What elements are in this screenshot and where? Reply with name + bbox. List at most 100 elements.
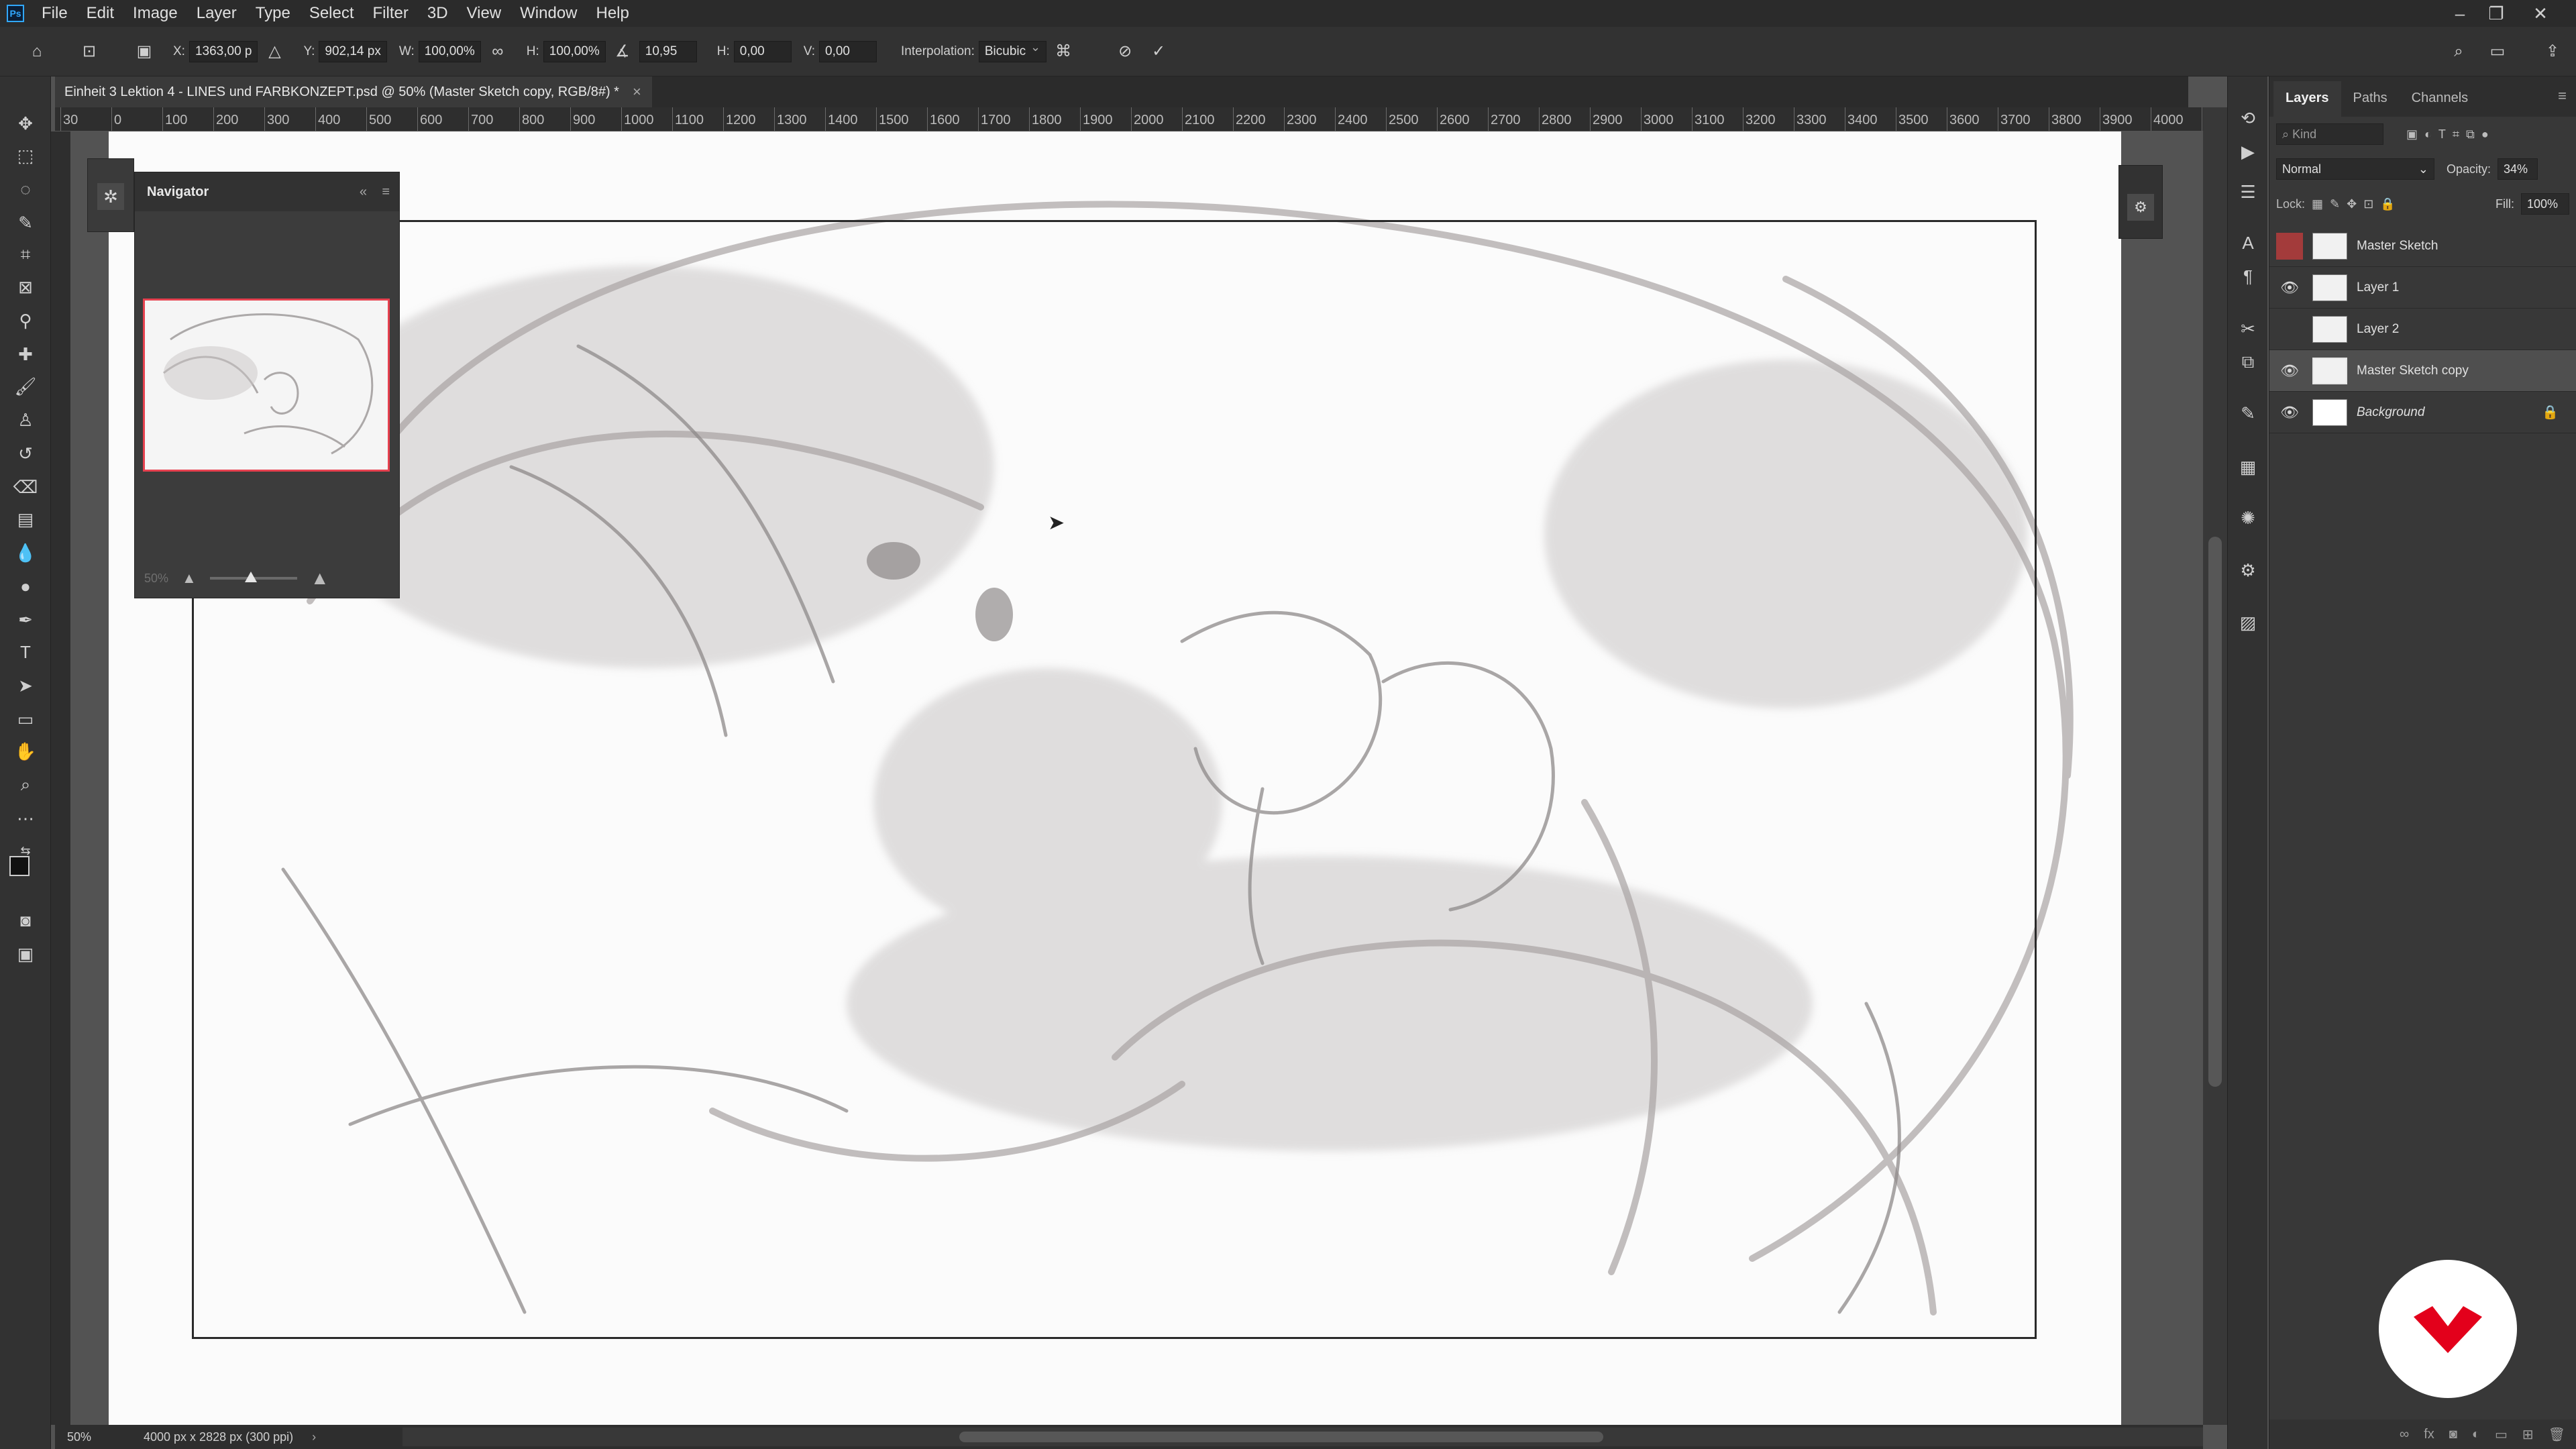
status-arrow-icon[interactable]: ›	[312, 1430, 316, 1444]
menu-filter[interactable]: Filter	[364, 4, 418, 23]
document-canvas[interactable]: ➤	[109, 131, 2121, 1425]
search-icon[interactable]: ⌕	[2447, 40, 2470, 63]
patterns-panel-icon[interactable]: ▨	[2233, 608, 2263, 637]
healing-brush-icon[interactable]: ✚	[11, 339, 40, 369]
transform-tool-icon[interactable]: ⊡	[78, 40, 101, 63]
layer-row[interactable]: 👁 Background 🔒	[2269, 392, 2576, 433]
hskew-field[interactable]: 0,00	[733, 40, 792, 62]
adjustment-layer-icon[interactable]: ◐	[2472, 1427, 2480, 1442]
blur-tool-icon[interactable]: 💧	[11, 538, 40, 568]
gamepad-panel-icon[interactable]: ⚙	[2127, 194, 2154, 221]
lock-image-icon[interactable]: ✎	[2330, 197, 2340, 211]
quick-select-tool-icon[interactable]: ✎	[11, 208, 40, 237]
stamp-tool-icon[interactable]: ♙	[11, 405, 40, 435]
filter-shape-icon[interactable]: ⌗	[2453, 127, 2459, 142]
x-field[interactable]: 1363,00 p	[189, 40, 258, 62]
clone-source-icon[interactable]: ⧉	[2233, 347, 2263, 377]
navigator-view-box[interactable]	[143, 299, 390, 472]
menu-help[interactable]: Help	[587, 4, 639, 23]
menu-file[interactable]: File	[32, 4, 77, 23]
warp-mode-icon[interactable]: ⌘	[1052, 40, 1075, 63]
height-field[interactable]: 100,00%	[543, 40, 606, 62]
menu-view[interactable]: View	[458, 4, 511, 23]
eraser-tool-icon[interactable]: ⌫	[11, 472, 40, 502]
status-zoom[interactable]: 50%	[67, 1430, 134, 1444]
filter-adjust-icon[interactable]: ◐	[2424, 127, 2432, 142]
close-window-icon[interactable]: ✕	[2522, 0, 2559, 27]
restore-icon[interactable]: ❐	[2478, 0, 2514, 27]
collapse-panel-icon[interactable]: «	[360, 184, 367, 200]
zoom-tool-icon[interactable]: ⌕	[11, 770, 40, 800]
brush-settings-icon[interactable]: ✎	[2233, 398, 2263, 428]
reference-point-icon[interactable]: ▣	[133, 40, 156, 63]
filter-type-icon[interactable]: T	[2438, 127, 2446, 142]
delete-layer-icon[interactable]: 🗑	[2548, 1426, 2565, 1443]
new-layer-icon[interactable]: ⊞	[2522, 1426, 2534, 1443]
zoom-in-icon[interactable]: ▲	[311, 568, 329, 589]
workspace-icon[interactable]: ▭	[2486, 40, 2509, 63]
eyedropper-tool-icon[interactable]: ⚲	[11, 306, 40, 335]
menu-edit[interactable]: Edit	[77, 4, 123, 23]
tab-paths[interactable]: Paths	[2341, 91, 2400, 117]
photoshop-logo-icon[interactable]: Ps	[7, 5, 24, 22]
filter-toggle-icon[interactable]: ●	[2481, 127, 2489, 142]
cancel-transform-icon[interactable]: ⊘	[1114, 40, 1136, 63]
menu-layer[interactable]: Layer	[187, 4, 246, 23]
lock-all-icon[interactable]: 🔒	[2380, 197, 2395, 211]
panel-menu-icon[interactable]: ≡	[382, 184, 390, 200]
layer-row[interactable]: 👁 Layer 1	[2269, 267, 2576, 309]
vskew-field[interactable]: 0,00	[819, 40, 877, 62]
fill-field[interactable]: 100%	[2521, 193, 2569, 215]
screen-mode-icon[interactable]: ▣	[11, 939, 40, 969]
lock-transparent-icon[interactable]: ▦	[2312, 197, 2323, 211]
document-tab[interactable]: Einheit 3 Lektion 4 - LINES und FARBKONZ…	[55, 76, 652, 107]
zoom-slider[interactable]	[209, 572, 297, 582]
width-field[interactable]: 100,00%	[418, 40, 481, 62]
paragraph-panel-icon[interactable]: ¶	[2233, 262, 2263, 291]
eye-icon[interactable]: 👁	[2276, 399, 2303, 426]
eye-icon[interactable]: 👁	[2276, 358, 2303, 384]
menu-type[interactable]: Type	[246, 4, 300, 23]
menu-select[interactable]: Select	[300, 4, 364, 23]
history-panel-icon[interactable]: ⟲	[2233, 103, 2263, 133]
lasso-tool-icon[interactable]: ◌	[11, 174, 40, 204]
menu-3d[interactable]: 3D	[418, 4, 458, 23]
layer-row[interactable]: Layer 2	[2269, 309, 2576, 350]
tool-presets-icon[interactable]: ✂	[2233, 314, 2263, 343]
lock-position-icon[interactable]: ✥	[2347, 197, 2357, 211]
crop-tool-icon[interactable]: ⌗	[11, 240, 40, 270]
status-doc-info[interactable]: 4000 px x 2828 px (300 ppi)	[144, 1430, 293, 1444]
pen-tool-icon[interactable]: ✒	[11, 605, 40, 635]
frame-tool-icon[interactable]: ⊠	[11, 272, 40, 302]
adjustments-panel-icon[interactable]: ✺	[2233, 503, 2263, 533]
more-tools-icon[interactable]: ⋯	[11, 804, 40, 833]
blend-mode-select[interactable]: Normal ⌄	[2276, 158, 2434, 180]
minimize-icon[interactable]: –	[2442, 0, 2478, 27]
new-group-icon[interactable]: ▭	[2495, 1426, 2508, 1443]
layer-filter-select[interactable]: ⌕ Kind	[2276, 123, 2383, 145]
link-icon[interactable]: ∞	[486, 40, 509, 63]
tab-layers[interactable]: Layers	[2273, 81, 2341, 117]
brush-tool-icon[interactable]: 🖌	[11, 372, 40, 401]
angle-field[interactable]: 10,95	[639, 40, 697, 62]
navigator-panel-icon[interactable]: ✲	[97, 183, 124, 210]
marquee-tool-icon[interactable]: ⬚	[11, 141, 40, 170]
hand-tool-icon[interactable]: ✋	[11, 737, 40, 766]
layer-row-selected[interactable]: 👁 Master Sketch copy	[2269, 350, 2576, 392]
move-tool-icon[interactable]: ✥	[11, 109, 40, 138]
path-select-icon[interactable]: ➤	[11, 671, 40, 700]
interpolation-select[interactable]: Bicubic	[978, 40, 1047, 62]
libraries-panel-icon[interactable]: ▦	[2233, 452, 2263, 482]
layers-panel-menu-icon[interactable]: ≡	[2558, 87, 2567, 105]
quick-mask-icon[interactable]: ◙	[11, 906, 40, 935]
opacity-field[interactable]: 34%	[2498, 158, 2538, 180]
tab-channels[interactable]: Channels	[2400, 91, 2481, 117]
foreground-color-swatch[interactable]	[9, 856, 30, 876]
actions-panel-icon[interactable]: ▶	[2233, 137, 2263, 166]
horizontal-scroll-thumb[interactable]	[959, 1432, 1603, 1442]
delta-icon[interactable]: △	[263, 40, 286, 63]
vertical-scroll-thumb[interactable]	[2208, 537, 2222, 1087]
home-icon[interactable]: ⌂	[25, 40, 48, 63]
menu-window[interactable]: Window	[511, 4, 586, 23]
commit-transform-icon[interactable]: ✓	[1147, 40, 1170, 63]
